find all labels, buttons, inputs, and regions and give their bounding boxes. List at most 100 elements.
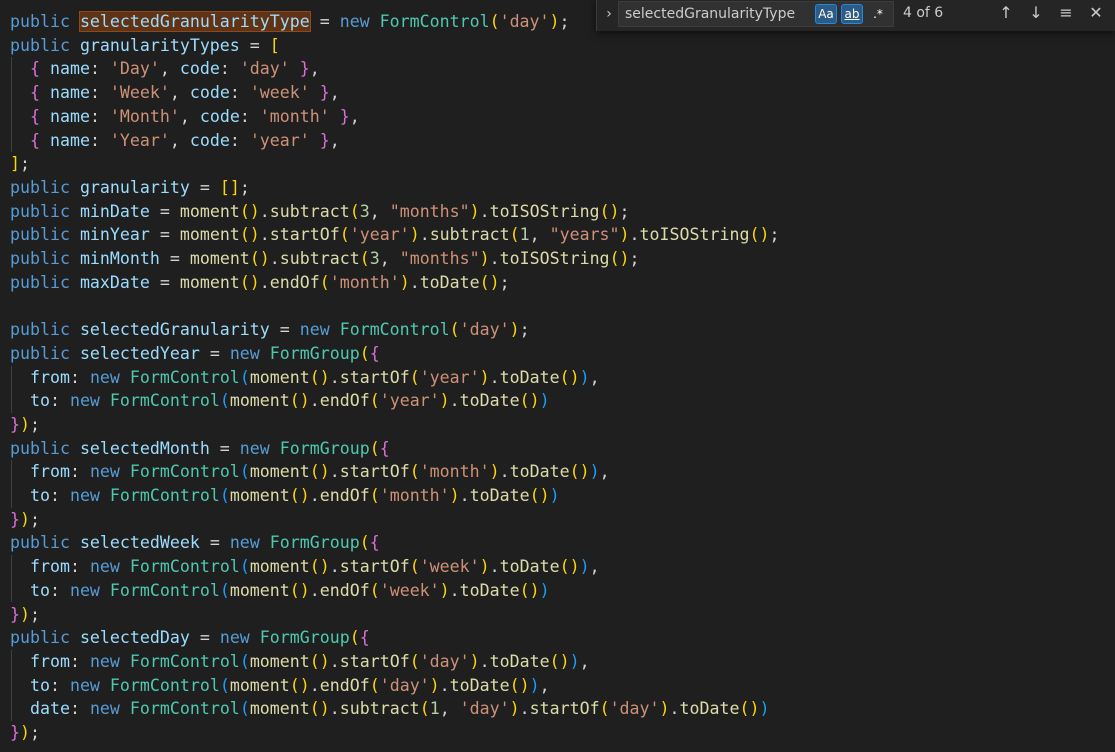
code-token: . — [489, 557, 500, 577]
code-line[interactable]: public granularityTypes = [ — [10, 34, 280, 58]
code-token: FormGroup — [259, 628, 350, 648]
code-token: . — [259, 272, 270, 292]
code-line[interactable]: ]; — [10, 152, 30, 176]
code-token: { — [29, 106, 50, 126]
code-token: () — [559, 557, 580, 577]
previous-match-icon[interactable]: ↑ — [994, 1, 1018, 25]
code-line[interactable]: }); — [10, 413, 40, 437]
code-token: 'day' — [459, 320, 510, 340]
code-line[interactable]: public selectedGranularity = new FormCon… — [10, 318, 530, 342]
use-regex-button[interactable]: .* — [867, 4, 889, 24]
find-in-selection-icon[interactable]: ≡ — [1054, 1, 1078, 25]
code-token: ; — [239, 177, 250, 197]
code-token: ) — [479, 557, 490, 577]
toggle-replace-icon[interactable]: › — [601, 4, 617, 24]
code-token: selectedYear — [79, 343, 200, 363]
code-line[interactable]: public minYear = moment().startOf('year'… — [10, 223, 779, 247]
code-token: 'day' — [379, 675, 430, 695]
code-token: , — [309, 59, 320, 79]
code-line[interactable]: public minDate = moment().subtract(3, "m… — [10, 200, 630, 224]
code-token: toDate — [459, 580, 520, 600]
code-token: 'Day' — [109, 59, 160, 79]
code-token: moment — [179, 225, 240, 245]
match-whole-word-button[interactable]: ab — [841, 4, 863, 24]
code-line[interactable]: public selectedGranularityType = new For… — [10, 10, 570, 34]
code-token: code — [189, 130, 230, 150]
code-line[interactable]: from: new FormControl(moment().startOf('… — [10, 460, 610, 484]
code-token: endOf — [319, 675, 370, 695]
code-token: code — [179, 59, 220, 79]
code-token: , — [329, 130, 340, 150]
code-token: ( — [369, 438, 380, 458]
code-line[interactable]: { name: 'Year', code: 'year' }, — [10, 129, 340, 153]
code-line[interactable]: public minMonth = moment().subtract(3, "… — [10, 247, 640, 271]
code-line[interactable]: public selectedWeek = new FormGroup({ — [10, 531, 380, 555]
code-line[interactable]: }); — [10, 721, 40, 745]
code-token: ) — [469, 201, 480, 221]
code-token: 'day' — [609, 699, 660, 719]
code-token: () — [559, 367, 580, 387]
code-line[interactable]: public maxDate = moment().endOf('month')… — [10, 271, 510, 295]
close-icon[interactable]: ✕ — [1084, 1, 1108, 25]
code-token: . — [629, 225, 640, 245]
code-token: 3 — [369, 249, 380, 268]
code-line[interactable]: { name: 'Day', code: 'day' }, — [10, 57, 320, 81]
code-token: ; — [559, 12, 570, 31]
code-token: : — [69, 367, 90, 387]
code-token: startOf — [339, 651, 410, 671]
code-token: ( — [349, 628, 360, 648]
code-line[interactable]: }); — [10, 508, 40, 532]
code-token: endOf — [269, 272, 320, 292]
code-token: } — [10, 509, 20, 529]
code-token: } — [329, 106, 350, 126]
code-line[interactable]: to: new FormControl(moment().endOf('year… — [10, 389, 550, 413]
code-token: 'month' — [379, 486, 450, 505]
code-line[interactable]: public granularity = []; — [10, 176, 250, 200]
code-line[interactable]: from: new FormControl(moment().startOf('… — [10, 366, 600, 390]
find-input[interactable] — [625, 3, 810, 25]
code-token: startOf — [269, 225, 340, 245]
code-line[interactable]: to: new FormControl(moment().endOf('day'… — [10, 674, 550, 698]
code-line[interactable]: from: new FormControl(moment().startOf('… — [10, 650, 590, 674]
code-token: to — [29, 675, 50, 695]
code-token: FormControl — [129, 367, 240, 387]
code-token: : — [219, 59, 240, 79]
code-line[interactable]: date: new FormControl(moment().subtract(… — [10, 697, 769, 721]
code-token: ( — [239, 462, 250, 482]
code-token: 'Month' — [109, 106, 180, 126]
code-token: } — [10, 414, 20, 434]
code-token: public — [10, 225, 80, 245]
code-token: name — [49, 83, 90, 103]
indent-guide — [11, 365, 12, 413]
code-token: startOf — [339, 557, 410, 577]
code-editor[interactable]: public selectedGranularityType = new For… — [0, 0, 1115, 752]
next-match-icon[interactable]: ↓ — [1024, 1, 1048, 25]
code-token: moment — [249, 651, 310, 671]
code-line[interactable]: public selectedMonth = new FormGroup({ — [10, 437, 390, 461]
code-token: FormControl — [129, 462, 240, 482]
code-line[interactable]: { name: 'Month', code: 'month' }, — [10, 105, 360, 129]
code-token: () — [479, 272, 500, 292]
code-token: "months" — [389, 201, 470, 221]
code-token: ; — [30, 604, 40, 624]
code-token: name — [49, 130, 90, 150]
code-token: toDate — [459, 391, 520, 411]
code-line[interactable]: { name: 'Week', code: 'week' }, — [10, 81, 340, 105]
match-case-button[interactable]: Aa — [815, 4, 837, 24]
code-token: () — [309, 557, 330, 577]
code-line[interactable]: public selectedDay = new FormGroup({ — [10, 626, 370, 650]
code-line[interactable]: to: new FormControl(moment().endOf('week… — [10, 579, 550, 603]
code-token: ( — [239, 557, 250, 577]
code-line[interactable]: }); — [10, 603, 40, 627]
code-line[interactable]: from: new FormControl(moment().startOf('… — [10, 555, 600, 579]
code-token: . — [409, 272, 420, 292]
find-input-box[interactable]: Aa ab .* — [618, 1, 894, 27]
code-token: : — [89, 106, 110, 126]
indent-guide — [11, 649, 12, 721]
code-line[interactable]: to: new FormControl(moment().endOf('mont… — [10, 484, 560, 508]
code-token: ) — [569, 651, 580, 671]
code-line[interactable]: public selectedYear = new FormGroup({ — [10, 342, 380, 366]
code-token: public — [10, 628, 80, 648]
